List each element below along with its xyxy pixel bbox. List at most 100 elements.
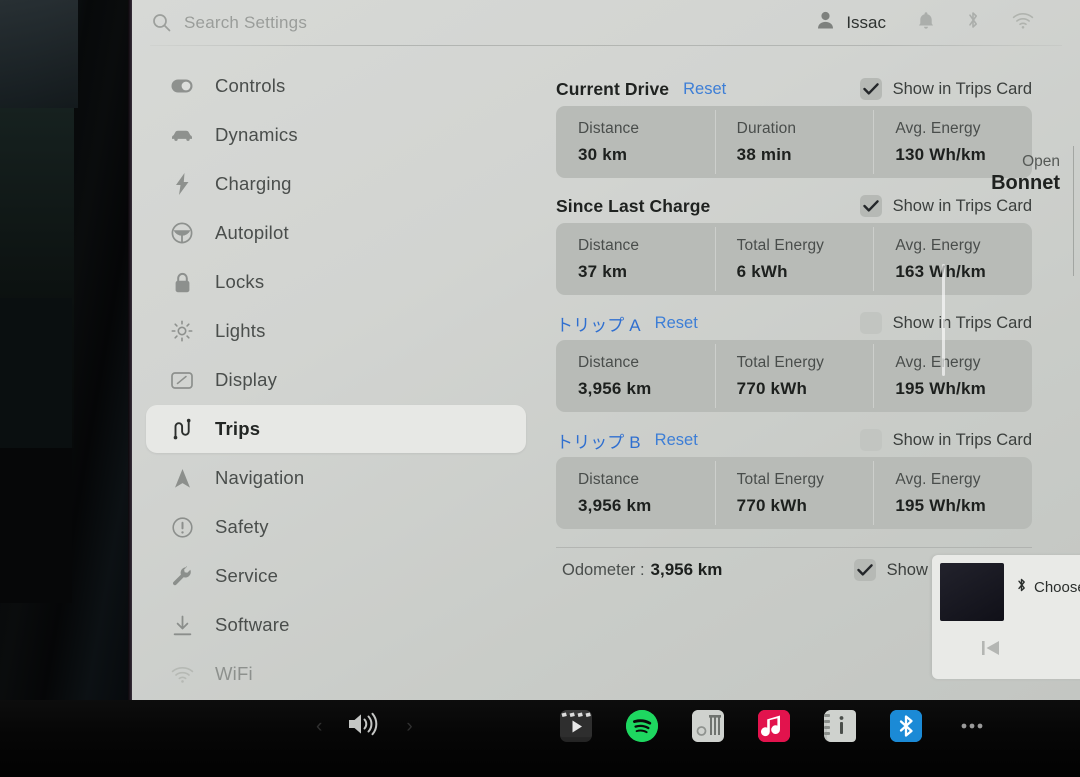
sidebar-item-dynamics[interactable]: Dynamics xyxy=(146,111,526,159)
checkbox-unchecked[interactable] xyxy=(859,429,882,451)
spotify-app-icon[interactable] xyxy=(626,710,658,742)
sidebar-item-label: Lights xyxy=(215,320,266,341)
settings-screen: Search Settings Issac Controls Dynamics … xyxy=(132,0,1080,700)
bluetooth-source-button[interactable]: Choose xyxy=(1016,577,1080,598)
padlock-icon xyxy=(170,272,194,293)
search-settings-field[interactable]: Search Settings xyxy=(152,0,307,45)
download-icon xyxy=(170,615,194,636)
checkbox-checked[interactable] xyxy=(859,78,882,100)
stat-label: Avg. Energy xyxy=(895,354,981,371)
car-icon xyxy=(170,128,194,142)
sidebar-item-controls[interactable]: Controls xyxy=(146,62,526,110)
bottom-dock: ‹ › xyxy=(0,700,1080,777)
bonnet-target-label: Bonnet xyxy=(991,172,1060,195)
display-icon xyxy=(170,371,194,389)
open-bonnet-button[interactable]: Open Bonnet xyxy=(991,152,1060,196)
sidebar-item-label: Autopilot xyxy=(215,222,289,243)
trips-content-panel: Current Drive Reset Show in Trips Card D… xyxy=(556,72,1032,592)
radio-app-icon[interactable] xyxy=(692,710,724,742)
reset-button[interactable]: Reset xyxy=(655,314,698,333)
video-app-icon[interactable] xyxy=(560,710,592,742)
stat-label: Distance xyxy=(578,471,640,488)
checkbox-unchecked[interactable] xyxy=(859,312,882,334)
user-name-label: Issac xyxy=(846,12,886,32)
stat-cell: Total Energy 6 kWh xyxy=(714,223,874,295)
sidebar-item-label: Service xyxy=(215,565,279,586)
sidebar-item-trips[interactable]: Trips xyxy=(146,405,526,453)
sidebar-item-label: Software xyxy=(215,614,290,635)
stat-label: Avg. Energy xyxy=(895,237,981,254)
stat-label: Total Energy xyxy=(736,471,825,488)
section-since-last-charge: Since Last Charge Show in Trips Card Dis… xyxy=(556,189,1032,295)
more-options-icon[interactable] xyxy=(956,710,988,742)
show-in-trips-card-toggle[interactable]: Show in Trips Card xyxy=(859,78,1032,100)
sidebar-item-safety[interactable]: Safety xyxy=(146,503,526,551)
sidebar-item-service[interactable]: Service xyxy=(146,552,526,600)
stat-label: Total Energy xyxy=(736,354,825,371)
stat-cell: Distance 3,956 km xyxy=(556,340,715,412)
sidebar-item-autopilot[interactable]: Autopilot xyxy=(146,209,526,257)
sidebar-item-label: Trips xyxy=(215,418,261,439)
odometer-value: 3,956 km xyxy=(650,560,723,579)
sidebar-item-wifi[interactable]: WiFi xyxy=(146,650,526,698)
reset-button[interactable]: Reset xyxy=(683,80,726,99)
wifi-icon[interactable] xyxy=(1012,12,1034,34)
stat-cell: Total Energy 770 kWh xyxy=(714,457,874,529)
section-header: トリップ A Reset Show in Trips Card xyxy=(556,306,1032,340)
stat-cell: Distance 37 km xyxy=(556,223,715,295)
stat-label: Distance xyxy=(578,354,640,371)
checkbox-checked[interactable] xyxy=(853,559,876,581)
sidebar-item-lights[interactable]: Lights xyxy=(146,307,526,355)
show-in-trips-card-toggle[interactable]: Show in Trips Card xyxy=(859,312,1032,334)
content-scrollbar[interactable] xyxy=(942,264,945,376)
checkbox-label: Show in Trips Card xyxy=(892,430,1032,449)
sidebar-item-label: Locks xyxy=(215,271,265,292)
section-title: Current Drive xyxy=(556,78,670,99)
bluetooth-icon[interactable] xyxy=(966,10,980,35)
show-in-trips-card-toggle[interactable]: Show in Trips Card xyxy=(859,195,1032,217)
chevron-left-icon[interactable]: ‹ xyxy=(316,716,322,738)
sidebar-item-charging[interactable]: Charging xyxy=(146,160,526,208)
bluetooth-app-icon[interactable] xyxy=(890,710,922,742)
sidebar-item-navigation[interactable]: Navigation xyxy=(146,454,526,502)
checkbox-checked[interactable] xyxy=(859,195,882,217)
sidebar-item-locks[interactable]: Locks xyxy=(146,258,526,306)
stat-cell: Total Energy 770 kWh xyxy=(714,340,874,412)
section-title[interactable]: トリップ B xyxy=(556,428,641,453)
chevron-right-icon[interactable]: › xyxy=(406,716,412,738)
sidebar-item-software[interactable]: Software xyxy=(146,601,526,649)
lightning-bolt-icon xyxy=(170,173,194,195)
media-player-card[interactable]: Choose xyxy=(932,555,1080,679)
sidebar-item-label: Charging xyxy=(215,173,292,194)
stat-value: 3,956 km xyxy=(578,496,652,515)
sidebar-item-display[interactable]: Display xyxy=(146,356,526,404)
stats-card: Distance 3,956 km Total Energy 770 kWh A… xyxy=(556,340,1032,412)
music-app-icon[interactable] xyxy=(758,710,790,742)
show-in-trips-card-toggle[interactable]: Show in Trips Card xyxy=(859,429,1032,451)
bluetooth-icon xyxy=(1016,577,1027,598)
steering-wheel-icon xyxy=(170,222,194,244)
section-trip-b: トリップ B Reset Show in Trips Card Distance… xyxy=(556,423,1032,529)
stat-value: 6 kWh xyxy=(736,262,788,281)
stat-cell: Duration 38 min xyxy=(714,106,874,178)
speaker-volume-icon[interactable] xyxy=(346,710,382,743)
user-profile-button[interactable]: Issac xyxy=(817,11,886,34)
previous-track-button[interactable] xyxy=(980,637,1002,664)
alert-circle-icon xyxy=(170,516,194,538)
checkbox-label: Show in Trips Card xyxy=(892,196,1032,215)
sidebar-item-label: WiFi xyxy=(215,663,253,684)
wifi-icon xyxy=(170,666,194,683)
sidebar-item-label: Safety xyxy=(215,516,269,537)
bell-icon[interactable] xyxy=(918,11,934,35)
bluetooth-choose-label: Choose xyxy=(1034,579,1080,596)
panel-divider xyxy=(1073,146,1074,276)
reset-button[interactable]: Reset xyxy=(655,431,698,450)
settings-sidebar: Controls Dynamics Charging Autopilot Loc… xyxy=(146,62,526,699)
stat-value: 195 Wh/km xyxy=(895,379,986,398)
manual-info-app-icon[interactable] xyxy=(824,710,856,742)
section-title[interactable]: トリップ A xyxy=(556,311,641,336)
stat-label: Duration xyxy=(736,120,797,137)
section-header: Current Drive Reset Show in Trips Card xyxy=(556,72,1032,106)
navigation-arrow-icon xyxy=(170,468,194,489)
section-title: Since Last Charge xyxy=(556,195,711,216)
